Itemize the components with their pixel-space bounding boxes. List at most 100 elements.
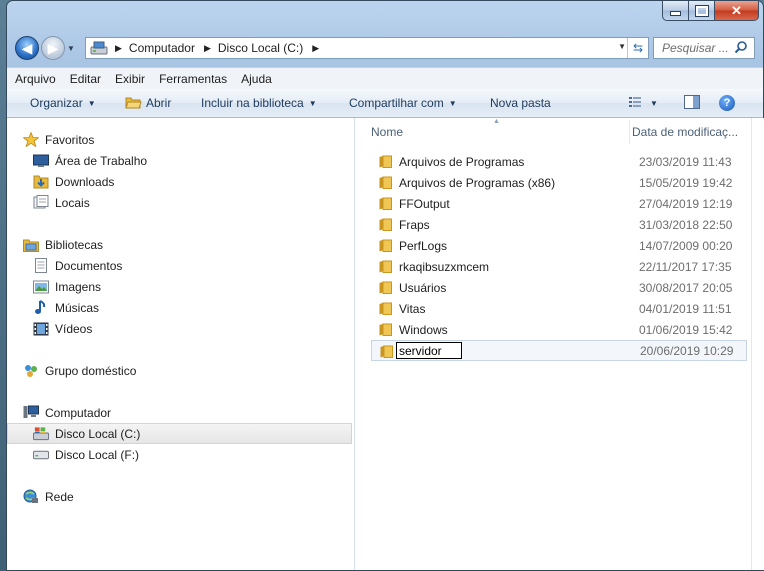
search-icon[interactable] xyxy=(734,40,750,57)
nav-computer[interactable]: Computador xyxy=(7,402,368,423)
documents-icon xyxy=(33,258,49,273)
breadcrumb-separator-icon[interactable]: ▶ xyxy=(204,43,211,54)
explorer-window: ✕ ◀ ▶ ▼ ▶ Computador ▶ Disco Local (C:) … xyxy=(6,0,764,571)
organize-button[interactable]: Organizar ▼ xyxy=(30,89,96,117)
menu-exibir[interactable]: Exibir xyxy=(109,72,151,86)
preview-pane-icon xyxy=(684,94,700,112)
nav-computer-label: Computador xyxy=(45,405,112,420)
video-film-icon xyxy=(33,322,49,336)
search-input[interactable]: Pesquisar ... xyxy=(662,41,734,55)
homegroup-icon xyxy=(23,364,39,378)
folder-icon xyxy=(379,176,392,189)
maximize-button[interactable] xyxy=(689,1,715,21)
nav-item-label: Músicas xyxy=(55,300,100,315)
menu-ajuda[interactable]: Ajuda xyxy=(235,72,278,86)
forward-arrow-icon: ▶ xyxy=(47,39,59,56)
back-arrow-icon: ◀ xyxy=(21,39,33,56)
file-name: Arquivos de Programas xyxy=(399,154,525,169)
file-list-pane: Nome ▲ Data de modificaç... Arquivos de … xyxy=(355,118,751,570)
column-header-date-label: Data de modificaç... xyxy=(632,125,739,139)
nav-item-videos[interactable]: Vídeos xyxy=(7,318,378,339)
file-row[interactable]: Usuários 30/08/2017 20:05 xyxy=(371,277,747,298)
pictures-icon xyxy=(33,280,49,294)
nav-item-imagens[interactable]: Imagens xyxy=(7,276,378,297)
nav-item-label: Vídeos xyxy=(55,321,93,336)
nav-item-disk-c[interactable]: Disco Local (C:) xyxy=(7,423,352,444)
forward-button[interactable]: ▶ xyxy=(41,36,65,60)
nav-item-locais[interactable]: Locais xyxy=(7,192,378,213)
file-name: Vitas xyxy=(399,301,426,316)
vertical-scrollbar-track[interactable] xyxy=(751,118,764,570)
network-icon xyxy=(23,489,39,504)
address-bar[interactable]: ▶ Computador ▶ Disco Local (C:) ▶ ▼ ⇆ xyxy=(85,37,649,59)
column-header-date[interactable]: Data de modificaç... xyxy=(632,118,750,146)
preview-pane-button[interactable] xyxy=(684,89,700,117)
new-folder-label: Nova pasta xyxy=(490,96,551,110)
column-header-name[interactable]: Nome xyxy=(371,118,629,146)
folder-icon xyxy=(379,218,392,231)
nav-item-documentos[interactable]: Documentos xyxy=(7,255,378,276)
nav-favorites[interactable]: Favoritos xyxy=(7,129,368,150)
recent-pages-dropdown[interactable]: ▼ xyxy=(67,44,75,53)
close-button[interactable]: ✕ xyxy=(715,1,759,21)
file-row[interactable]: FFOutput 27/04/2019 12:19 xyxy=(371,193,747,214)
breadcrumb-separator-icon[interactable]: ▶ xyxy=(115,43,122,54)
window-caption-buttons: ✕ xyxy=(662,1,759,21)
nav-item-downloads[interactable]: Downloads xyxy=(7,171,378,192)
nav-item-label: Downloads xyxy=(55,174,115,189)
nav-homegroup-label: Grupo doméstico xyxy=(45,363,137,378)
nav-homegroup[interactable]: Grupo doméstico xyxy=(7,360,368,381)
minimize-button[interactable] xyxy=(662,1,689,21)
file-row[interactable]: rkaqibsuzxmcem 22/11/2017 17:35 xyxy=(371,256,747,277)
file-row[interactable]: Arquivos de Programas 23/03/2019 11:43 xyxy=(371,151,747,172)
chevron-down-icon: ▼ xyxy=(448,98,457,108)
system-drive-icon xyxy=(33,427,49,441)
change-view-button[interactable]: ▼ xyxy=(629,89,658,117)
breadcrumb-separator-icon[interactable]: ▶ xyxy=(312,43,319,54)
new-folder-button[interactable]: Nova pasta xyxy=(490,89,551,117)
search-box[interactable]: Pesquisar ... xyxy=(653,37,755,59)
file-row[interactable]: Fraps 31/03/2018 22:50 xyxy=(371,214,747,235)
menu-arquivo[interactable]: Arquivo xyxy=(9,72,62,86)
file-name: Windows xyxy=(399,322,448,337)
computer-drive-icon xyxy=(90,41,108,55)
help-icon: ? xyxy=(719,95,735,111)
nav-item-label: Área de Trabalho xyxy=(55,153,148,168)
include-in-library-button[interactable]: Incluir na biblioteca ▼ xyxy=(201,89,317,117)
nav-item-desktop[interactable]: Área de Trabalho xyxy=(7,150,378,171)
file-row[interactable]: Arquivos de Programas (x86) 15/05/2019 1… xyxy=(371,172,747,193)
file-row[interactable]: Windows 01/06/2019 15:42 xyxy=(371,319,747,340)
file-row[interactable]: PerfLogs 14/07/2009 00:20 xyxy=(371,235,747,256)
nav-item-disk-f[interactable]: Disco Local (F:) xyxy=(7,444,378,465)
file-date: 15/05/2019 19:42 xyxy=(639,175,733,190)
file-row[interactable]: Vitas 04/01/2019 11:51 xyxy=(371,298,747,319)
nav-network[interactable]: Rede xyxy=(7,486,368,507)
folder-icon xyxy=(379,323,392,336)
view-list-icon xyxy=(629,96,645,111)
nav-libraries[interactable]: Bibliotecas xyxy=(7,234,368,255)
menu-editar[interactable]: Editar xyxy=(64,72,107,86)
share-with-button[interactable]: Compartilhar com ▼ xyxy=(349,89,457,117)
column-header-name-label: Nome xyxy=(371,125,404,139)
address-dropdown-icon[interactable]: ▼ xyxy=(618,42,626,51)
minimize-icon xyxy=(670,11,681,16)
menu-ferramentas[interactable]: Ferramentas xyxy=(153,72,233,86)
folder-icon xyxy=(379,197,392,210)
back-button[interactable]: ◀ xyxy=(15,36,39,60)
help-button[interactable]: ? xyxy=(719,89,735,117)
refresh-button[interactable]: ⇆ xyxy=(627,38,648,58)
open-button[interactable]: Abrir xyxy=(125,89,171,117)
nav-item-musicas[interactable]: Músicas xyxy=(7,297,378,318)
desktop-icon xyxy=(33,154,49,168)
rename-input[interactable] xyxy=(396,342,462,359)
column-divider[interactable] xyxy=(629,120,630,144)
breadcrumb-computer[interactable]: Computador xyxy=(129,41,195,55)
file-date: 20/06/2019 10:29 xyxy=(640,343,734,358)
folder-icon xyxy=(379,302,392,315)
breadcrumb-local-disk[interactable]: Disco Local (C:) xyxy=(218,41,303,55)
nav-libraries-label: Bibliotecas xyxy=(45,237,104,252)
recent-places-icon xyxy=(33,195,49,210)
share-label: Compartilhar com xyxy=(349,96,444,110)
file-date: 31/03/2018 22:50 xyxy=(639,217,733,232)
file-row-renaming[interactable]: 20/06/2019 10:29 xyxy=(371,340,747,361)
